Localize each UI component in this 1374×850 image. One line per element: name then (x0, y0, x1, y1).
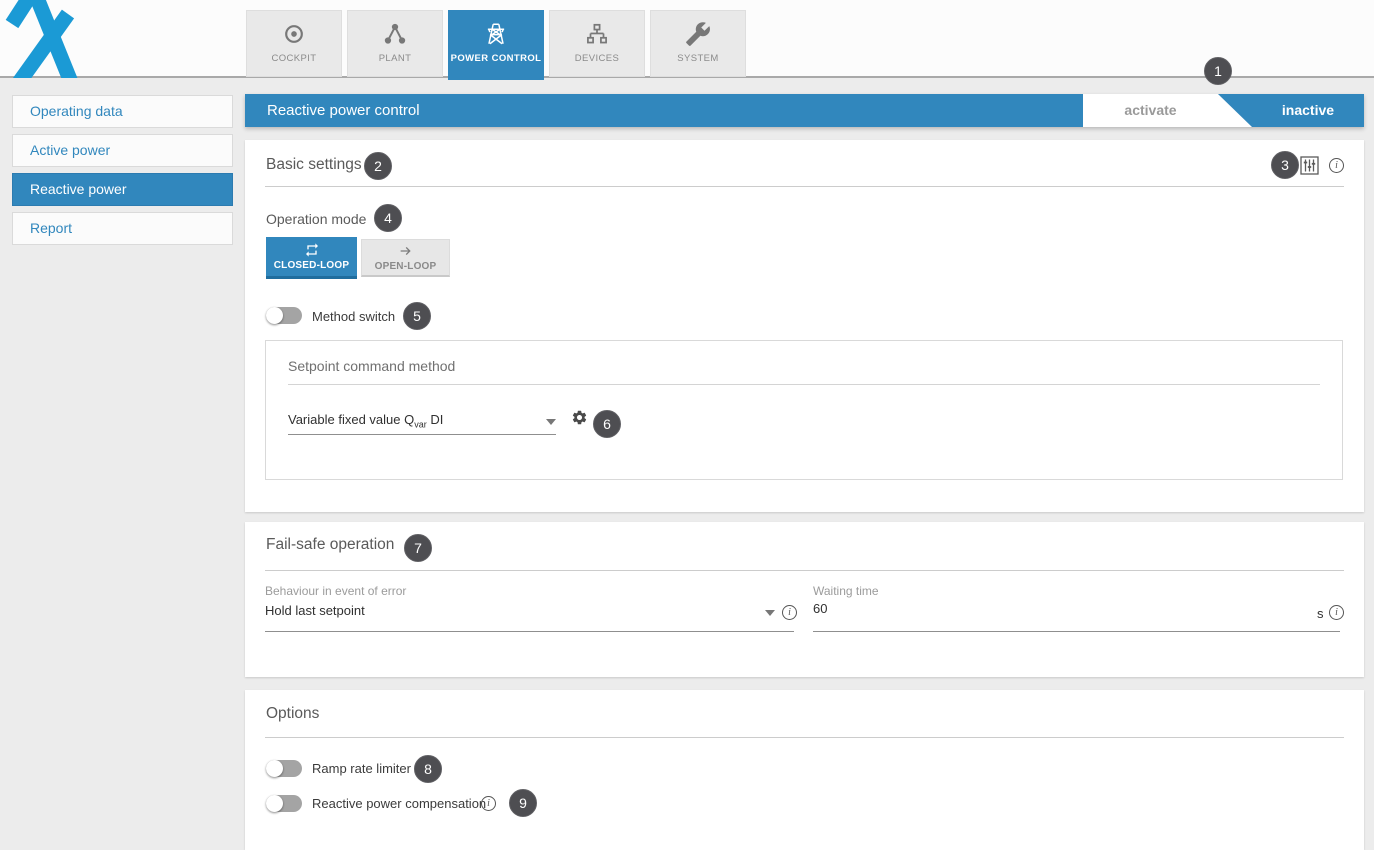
gear-icon[interactable] (571, 409, 588, 426)
page-title-row: Reactive power control activate inactive (245, 94, 1364, 127)
tab-label: SYSTEM (677, 53, 718, 64)
switch-thumb (266, 307, 283, 324)
annotation-badge-2: 2 (364, 152, 392, 180)
options-card: Options Ramp rate limiter Reactive power… (245, 690, 1364, 850)
switch-thumb (266, 795, 283, 812)
section-title-basic-settings: Basic settings (266, 156, 362, 174)
ramp-rate-limiter-label: Ramp rate limiter (312, 761, 411, 776)
tab-label: COCKPIT (271, 53, 316, 64)
waiting-time-unit: s (1317, 606, 1324, 621)
open-loop-button[interactable]: OPEN-LOOP (361, 239, 450, 277)
switch-thumb (266, 760, 283, 777)
ennexos-logo[interactable] (0, 0, 92, 78)
panel-divider (288, 384, 1320, 385)
setpoint-method-dropdown[interactable]: Variable fixed value Qvar DI (288, 411, 556, 435)
behaviour-dropdown[interactable]: Hold last setpoint (265, 602, 794, 624)
page-title: Reactive power control (245, 94, 1083, 127)
tab-plant[interactable]: PLANT (347, 10, 443, 77)
annotation-badge-4: 4 (374, 204, 402, 232)
behaviour-underline (265, 631, 794, 632)
tab-power-control[interactable]: POWER CONTROL (448, 10, 544, 80)
sidebar-item-active-power[interactable]: Active power (12, 134, 233, 167)
tab-label: PLANT (379, 53, 412, 64)
setpoint-command-panel: Setpoint command method Variable fixed v… (265, 340, 1343, 480)
top-bar: COCKPIT PLANT PO (0, 0, 1374, 78)
chevron-down-icon (765, 610, 775, 616)
method-switch-label: Method switch (312, 309, 395, 324)
activate-label: activate (1083, 94, 1218, 127)
sidebar-item-reactive-power[interactable]: Reactive power (12, 173, 233, 206)
plant-network-icon (382, 21, 408, 47)
section-header-icons (1300, 156, 1344, 175)
tab-label: POWER CONTROL (451, 53, 542, 64)
tune-icon[interactable] (1300, 156, 1319, 175)
annotation-badge-1: 1 (1204, 57, 1232, 85)
mode-label: CLOSED-LOOP (274, 260, 350, 271)
section-divider (265, 737, 1344, 738)
info-icon[interactable] (1329, 605, 1344, 620)
operation-mode-label: Operation mode (266, 211, 366, 227)
behaviour-field-label: Behaviour in event of error (265, 584, 406, 598)
reactive-power-compensation-toggle[interactable] (266, 795, 302, 812)
dropdown-value-subscript: var (414, 420, 427, 430)
info-icon[interactable] (782, 605, 797, 620)
info-icon[interactable] (481, 796, 496, 811)
dropdown-value-tail: DI (427, 412, 444, 427)
dropdown-value: Variable fixed value Q (288, 412, 414, 427)
section-divider (265, 186, 1344, 187)
chevron-down-icon (546, 419, 556, 425)
tab-devices[interactable]: DEVICES (549, 10, 645, 77)
closed-loop-button[interactable]: CLOSED-LOOP (266, 237, 357, 279)
behaviour-value: Hold last setpoint (265, 603, 365, 618)
devices-hierarchy-icon (584, 21, 610, 47)
main-nav: COCKPIT PLANT PO (246, 10, 746, 80)
info-icon[interactable] (1329, 158, 1344, 173)
waiting-time-underline (813, 631, 1340, 632)
annotation-badge-3: 3 (1271, 151, 1299, 179)
arrow-right-icon (396, 243, 416, 259)
annotation-badge-5: 5 (403, 302, 431, 330)
tab-label: DEVICES (575, 53, 620, 64)
inactive-label: inactive (1252, 94, 1364, 127)
cockpit-target-icon (281, 21, 307, 47)
annotation-badge-8: 8 (414, 755, 442, 783)
annotation-badge-9: 9 (509, 789, 537, 817)
dropdown-underline (288, 434, 556, 435)
setpoint-panel-title: Setpoint command method (288, 358, 455, 374)
annotation-badge-6: 6 (593, 410, 621, 438)
tab-cockpit[interactable]: COCKPIT (246, 10, 342, 77)
ramp-rate-limiter-toggle[interactable] (266, 760, 302, 777)
reactive-power-compensation-label: Reactive power compensation (312, 796, 486, 811)
waiting-time-label: Waiting time (813, 584, 879, 598)
mode-label: OPEN-LOOP (375, 261, 437, 272)
method-switch-toggle[interactable] (266, 307, 302, 324)
system-wrench-icon (685, 21, 711, 47)
sidebar-item-operating-data[interactable]: Operating data (12, 95, 233, 128)
sidebar-item-report[interactable]: Report (12, 212, 233, 245)
waiting-time-input[interactable] (813, 601, 1293, 616)
section-divider (265, 570, 1344, 571)
loop-arrows-icon (302, 242, 322, 258)
power-tower-icon (483, 21, 509, 47)
annotation-badge-7: 7 (404, 534, 432, 562)
section-title-fail-safe: Fail-safe operation (266, 536, 394, 554)
section-title-options: Options (266, 705, 319, 723)
tab-system[interactable]: SYSTEM (650, 10, 746, 77)
